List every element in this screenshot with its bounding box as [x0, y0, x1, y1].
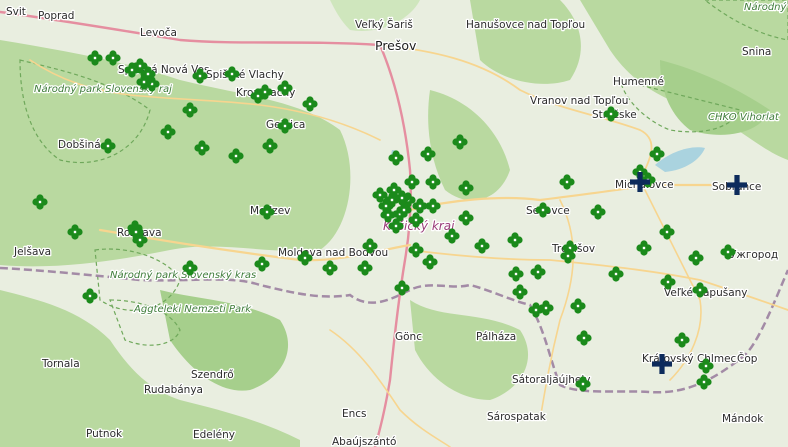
place-label: Szendrő [191, 369, 234, 381]
place-label: Prešov [375, 38, 417, 53]
place-label: Hanušovce nad Topľou [466, 19, 585, 31]
place-label: Poprad [38, 10, 74, 22]
place-label: Humenné [613, 76, 664, 88]
place-label: Sárospatak [487, 411, 547, 423]
place-label: Čop [737, 352, 758, 365]
place-label: Vranov nad Topľou [530, 95, 628, 107]
place-label: Edelény [193, 429, 235, 441]
place-label: Tornala [41, 358, 80, 370]
place-label: Rudabánya [144, 384, 203, 396]
place-label: Veľký Šariš [355, 18, 413, 31]
place-label: Svit [6, 6, 26, 18]
place-label: Gönc [395, 331, 422, 343]
place-label: Dobšiná [58, 139, 101, 151]
place-label: Mándok [722, 413, 764, 425]
place-label: Levoča [140, 27, 177, 39]
park-label: Národný park Poloniny [744, 1, 788, 13]
park-label: Národný park Slovenský kras [110, 269, 256, 281]
place-label: Ужгород [730, 249, 778, 261]
park-label: CHKO Vihorlat [708, 112, 780, 123]
place-label: Spišské Vlachy [206, 69, 284, 81]
place-label: Pálháza [476, 331, 516, 343]
place-label: Snina [742, 46, 771, 58]
place-label: Abaújszántó [332, 436, 396, 447]
place-label: Putnok [86, 428, 123, 440]
park-label: Aggteleki Nemzeti Park [133, 304, 252, 315]
place-label: Encs [342, 408, 367, 420]
map-canvas[interactable]: Svit Poprad Levoča Veľký Šariš Prešov Ha… [0, 0, 788, 447]
place-label: Jelšava [13, 246, 51, 258]
